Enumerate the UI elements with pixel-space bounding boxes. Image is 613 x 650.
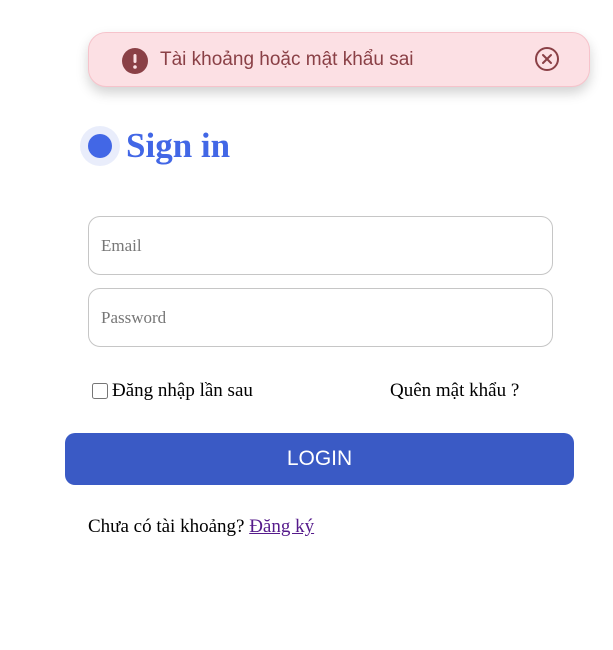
remember-label: Đăng nhập lần sau (112, 380, 253, 401)
brand-dot-icon (80, 126, 120, 166)
brand-dot-inner (88, 134, 112, 158)
exclamation-circle-icon (122, 48, 148, 74)
email-field[interactable] (88, 216, 553, 275)
login-button[interactable]: LOGIN (65, 433, 574, 485)
forgot-password-link[interactable]: Quên mật khẩu ? (390, 380, 519, 402)
error-message: Tài khoảng hoặc mật khẩu sai (160, 49, 414, 70)
close-circle-icon[interactable] (534, 46, 560, 72)
signup-link[interactable]: Đăng ký (249, 516, 314, 537)
page-title: Sign in (126, 126, 231, 165)
remember-me[interactable]: Đăng nhập lần sau (92, 380, 253, 402)
signup-prompt: Chưa có tài khoảng? (88, 516, 245, 537)
password-field[interactable] (88, 288, 553, 347)
remember-checkbox[interactable] (92, 383, 108, 399)
signup-row: Chưa có tài khoảng? Đăng ký (88, 516, 314, 538)
error-toast: Tài khoảng hoặc mật khẩu sai (88, 32, 590, 87)
